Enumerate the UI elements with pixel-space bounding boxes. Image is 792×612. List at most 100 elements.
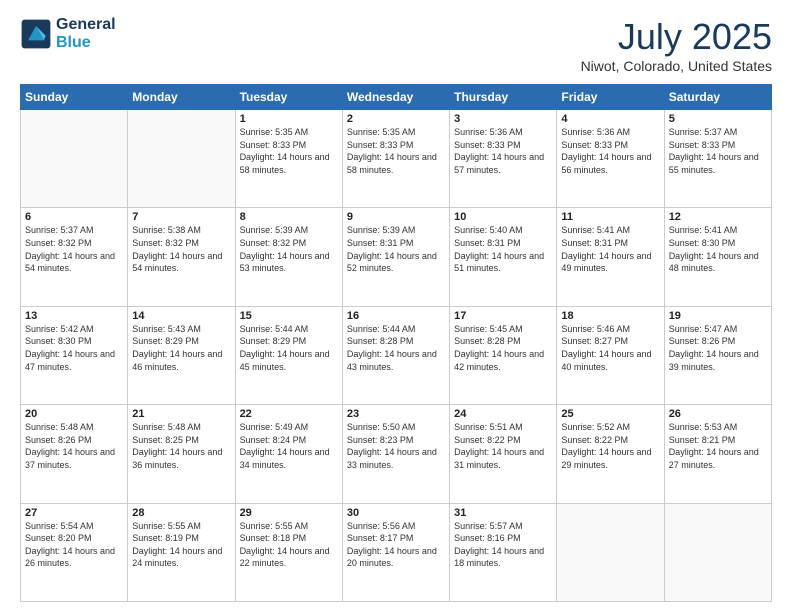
calendar-cell bbox=[128, 110, 235, 208]
day-number: 19 bbox=[669, 310, 767, 322]
page: General Blue July 2025 Niwot, Colorado, … bbox=[0, 0, 792, 612]
day-number: 28 bbox=[132, 507, 230, 519]
calendar-week-2: 6Sunrise: 5:37 AMSunset: 8:32 PMDaylight… bbox=[21, 208, 772, 306]
calendar-cell: 8Sunrise: 5:39 AMSunset: 8:32 PMDaylight… bbox=[235, 208, 342, 306]
day-number: 16 bbox=[347, 310, 445, 322]
day-number: 22 bbox=[240, 408, 338, 420]
calendar-cell: 19Sunrise: 5:47 AMSunset: 8:26 PMDayligh… bbox=[664, 306, 771, 404]
calendar-cell: 18Sunrise: 5:46 AMSunset: 8:27 PMDayligh… bbox=[557, 306, 664, 404]
day-header-saturday: Saturday bbox=[664, 85, 771, 110]
calendar-cell: 16Sunrise: 5:44 AMSunset: 8:28 PMDayligh… bbox=[342, 306, 449, 404]
day-number: 26 bbox=[669, 408, 767, 420]
day-header-friday: Friday bbox=[557, 85, 664, 110]
day-number: 23 bbox=[347, 408, 445, 420]
day-number: 2 bbox=[347, 113, 445, 125]
day-number: 6 bbox=[25, 211, 123, 223]
day-info: Sunrise: 5:56 AMSunset: 8:17 PMDaylight:… bbox=[347, 520, 445, 570]
day-info: Sunrise: 5:37 AMSunset: 8:32 PMDaylight:… bbox=[25, 224, 123, 274]
logo-line1: General bbox=[56, 16, 116, 34]
day-info: Sunrise: 5:35 AMSunset: 8:33 PMDaylight:… bbox=[347, 126, 445, 176]
day-header-thursday: Thursday bbox=[450, 85, 557, 110]
calendar-cell: 11Sunrise: 5:41 AMSunset: 8:31 PMDayligh… bbox=[557, 208, 664, 306]
day-number: 12 bbox=[669, 211, 767, 223]
calendar-cell: 4Sunrise: 5:36 AMSunset: 8:33 PMDaylight… bbox=[557, 110, 664, 208]
day-info: Sunrise: 5:40 AMSunset: 8:31 PMDaylight:… bbox=[454, 224, 552, 274]
day-info: Sunrise: 5:57 AMSunset: 8:16 PMDaylight:… bbox=[454, 520, 552, 570]
header: General Blue July 2025 Niwot, Colorado, … bbox=[20, 16, 772, 74]
day-info: Sunrise: 5:45 AMSunset: 8:28 PMDaylight:… bbox=[454, 323, 552, 373]
day-number: 7 bbox=[132, 211, 230, 223]
calendar-cell: 28Sunrise: 5:55 AMSunset: 8:19 PMDayligh… bbox=[128, 503, 235, 601]
calendar: SundayMondayTuesdayWednesdayThursdayFrid… bbox=[20, 84, 772, 602]
day-number: 27 bbox=[25, 507, 123, 519]
calendar-cell: 2Sunrise: 5:35 AMSunset: 8:33 PMDaylight… bbox=[342, 110, 449, 208]
day-number: 31 bbox=[454, 507, 552, 519]
day-info: Sunrise: 5:55 AMSunset: 8:19 PMDaylight:… bbox=[132, 520, 230, 570]
day-number: 15 bbox=[240, 310, 338, 322]
day-info: Sunrise: 5:44 AMSunset: 8:28 PMDaylight:… bbox=[347, 323, 445, 373]
calendar-cell: 6Sunrise: 5:37 AMSunset: 8:32 PMDaylight… bbox=[21, 208, 128, 306]
day-number: 1 bbox=[240, 113, 338, 125]
day-number: 29 bbox=[240, 507, 338, 519]
day-info: Sunrise: 5:35 AMSunset: 8:33 PMDaylight:… bbox=[240, 126, 338, 176]
day-number: 25 bbox=[561, 408, 659, 420]
day-number: 24 bbox=[454, 408, 552, 420]
day-info: Sunrise: 5:39 AMSunset: 8:32 PMDaylight:… bbox=[240, 224, 338, 274]
calendar-week-5: 27Sunrise: 5:54 AMSunset: 8:20 PMDayligh… bbox=[21, 503, 772, 601]
calendar-cell: 23Sunrise: 5:50 AMSunset: 8:23 PMDayligh… bbox=[342, 405, 449, 503]
calendar-cell: 30Sunrise: 5:56 AMSunset: 8:17 PMDayligh… bbox=[342, 503, 449, 601]
calendar-cell: 1Sunrise: 5:35 AMSunset: 8:33 PMDaylight… bbox=[235, 110, 342, 208]
calendar-cell: 31Sunrise: 5:57 AMSunset: 8:16 PMDayligh… bbox=[450, 503, 557, 601]
calendar-cell bbox=[664, 503, 771, 601]
day-info: Sunrise: 5:39 AMSunset: 8:31 PMDaylight:… bbox=[347, 224, 445, 274]
day-info: Sunrise: 5:37 AMSunset: 8:33 PMDaylight:… bbox=[669, 126, 767, 176]
day-number: 9 bbox=[347, 211, 445, 223]
calendar-cell: 12Sunrise: 5:41 AMSunset: 8:30 PMDayligh… bbox=[664, 208, 771, 306]
subtitle: Niwot, Colorado, United States bbox=[581, 58, 772, 74]
title-block: July 2025 Niwot, Colorado, United States bbox=[581, 16, 772, 74]
day-number: 30 bbox=[347, 507, 445, 519]
day-info: Sunrise: 5:54 AMSunset: 8:20 PMDaylight:… bbox=[25, 520, 123, 570]
calendar-cell: 14Sunrise: 5:43 AMSunset: 8:29 PMDayligh… bbox=[128, 306, 235, 404]
day-info: Sunrise: 5:48 AMSunset: 8:26 PMDaylight:… bbox=[25, 421, 123, 471]
day-info: Sunrise: 5:42 AMSunset: 8:30 PMDaylight:… bbox=[25, 323, 123, 373]
calendar-cell: 15Sunrise: 5:44 AMSunset: 8:29 PMDayligh… bbox=[235, 306, 342, 404]
day-number: 8 bbox=[240, 211, 338, 223]
calendar-cell: 25Sunrise: 5:52 AMSunset: 8:22 PMDayligh… bbox=[557, 405, 664, 503]
calendar-cell: 22Sunrise: 5:49 AMSunset: 8:24 PMDayligh… bbox=[235, 405, 342, 503]
calendar-cell: 21Sunrise: 5:48 AMSunset: 8:25 PMDayligh… bbox=[128, 405, 235, 503]
day-number: 11 bbox=[561, 211, 659, 223]
day-info: Sunrise: 5:48 AMSunset: 8:25 PMDaylight:… bbox=[132, 421, 230, 471]
day-number: 14 bbox=[132, 310, 230, 322]
calendar-cell bbox=[21, 110, 128, 208]
day-number: 21 bbox=[132, 408, 230, 420]
calendar-cell: 7Sunrise: 5:38 AMSunset: 8:32 PMDaylight… bbox=[128, 208, 235, 306]
calendar-header-row: SundayMondayTuesdayWednesdayThursdayFrid… bbox=[21, 85, 772, 110]
day-info: Sunrise: 5:43 AMSunset: 8:29 PMDaylight:… bbox=[132, 323, 230, 373]
logo-icon bbox=[20, 18, 52, 50]
calendar-cell: 10Sunrise: 5:40 AMSunset: 8:31 PMDayligh… bbox=[450, 208, 557, 306]
logo: General Blue bbox=[20, 16, 116, 51]
calendar-cell: 13Sunrise: 5:42 AMSunset: 8:30 PMDayligh… bbox=[21, 306, 128, 404]
calendar-cell: 3Sunrise: 5:36 AMSunset: 8:33 PMDaylight… bbox=[450, 110, 557, 208]
day-number: 10 bbox=[454, 211, 552, 223]
day-number: 5 bbox=[669, 113, 767, 125]
calendar-cell: 27Sunrise: 5:54 AMSunset: 8:20 PMDayligh… bbox=[21, 503, 128, 601]
logo-text: General Blue bbox=[56, 16, 116, 51]
day-info: Sunrise: 5:44 AMSunset: 8:29 PMDaylight:… bbox=[240, 323, 338, 373]
day-info: Sunrise: 5:46 AMSunset: 8:27 PMDaylight:… bbox=[561, 323, 659, 373]
calendar-week-3: 13Sunrise: 5:42 AMSunset: 8:30 PMDayligh… bbox=[21, 306, 772, 404]
day-number: 13 bbox=[25, 310, 123, 322]
day-header-tuesday: Tuesday bbox=[235, 85, 342, 110]
day-header-wednesday: Wednesday bbox=[342, 85, 449, 110]
calendar-cell: 17Sunrise: 5:45 AMSunset: 8:28 PMDayligh… bbox=[450, 306, 557, 404]
day-info: Sunrise: 5:53 AMSunset: 8:21 PMDaylight:… bbox=[669, 421, 767, 471]
calendar-cell bbox=[557, 503, 664, 601]
calendar-week-4: 20Sunrise: 5:48 AMSunset: 8:26 PMDayligh… bbox=[21, 405, 772, 503]
day-info: Sunrise: 5:47 AMSunset: 8:26 PMDaylight:… bbox=[669, 323, 767, 373]
calendar-cell: 29Sunrise: 5:55 AMSunset: 8:18 PMDayligh… bbox=[235, 503, 342, 601]
calendar-cell: 5Sunrise: 5:37 AMSunset: 8:33 PMDaylight… bbox=[664, 110, 771, 208]
day-header-monday: Monday bbox=[128, 85, 235, 110]
logo-line2: Blue bbox=[56, 34, 91, 51]
day-header-sunday: Sunday bbox=[21, 85, 128, 110]
